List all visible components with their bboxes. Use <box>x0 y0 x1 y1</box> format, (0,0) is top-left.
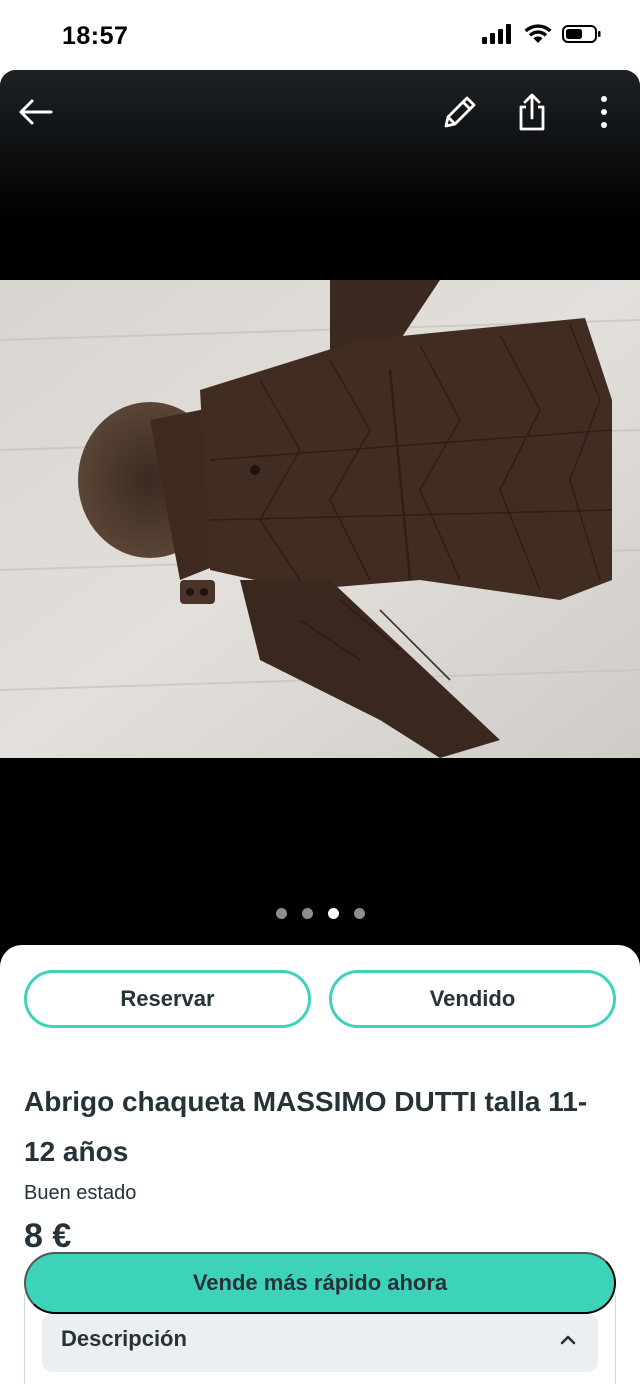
back-button[interactable] <box>14 90 58 134</box>
signal-icon <box>482 24 511 44</box>
reserve-button[interactable]: Reservar <box>24 970 311 1028</box>
gallery-pagination[interactable] <box>0 908 640 919</box>
arrow-left-icon <box>19 99 53 125</box>
status-icons <box>482 24 602 44</box>
status-bar: 18:57 <box>0 0 640 70</box>
product-price: 8 € <box>24 1217 72 1255</box>
description-label: Descripción <box>61 1326 187 1351</box>
wifi-icon <box>524 24 552 43</box>
sold-button[interactable]: Vendido <box>329 970 616 1028</box>
product-details-sheet: Reservar Vendido Abrigo chaqueta MASSIMO… <box>0 945 640 1384</box>
sell-faster-button[interactable]: Vende más rápido ahora <box>24 1252 616 1314</box>
pagination-dot-active[interactable] <box>327 908 339 919</box>
product-condition: Buen estado <box>24 1182 137 1204</box>
pencil-icon <box>444 96 476 128</box>
description-header[interactable]: Descripción <box>42 1314 598 1372</box>
share-icon <box>519 93 545 131</box>
chevron-up-icon <box>560 1335 576 1345</box>
pagination-dot[interactable] <box>275 908 287 919</box>
more-button[interactable] <box>582 90 626 134</box>
product-photo[interactable] <box>0 280 640 758</box>
pagination-dot[interactable] <box>353 908 365 919</box>
status-time: 18:57 <box>62 22 129 50</box>
photo-viewer[interactable] <box>0 70 640 970</box>
share-button[interactable] <box>510 90 554 134</box>
edit-button[interactable] <box>438 90 482 134</box>
product-title: Abrigo chaqueta MASSIMO DUTTI talla 11-1… <box>24 1086 588 1167</box>
battery-icon <box>562 25 601 43</box>
pagination-dot[interactable] <box>301 908 313 919</box>
more-vertical-icon <box>601 96 607 128</box>
